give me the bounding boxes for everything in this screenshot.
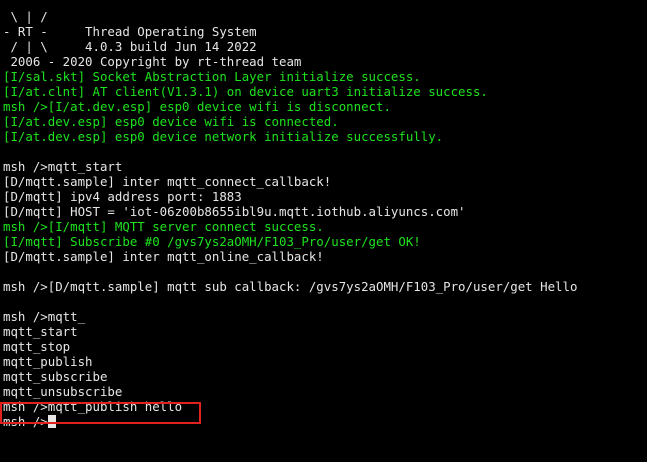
terminal-line: 2006 - 2020 Copyright by rt-thread team: [3, 54, 302, 69]
terminal-line: [I/at.clnt] AT client(V1.3.1) on device …: [3, 84, 488, 99]
terminal-line: msh />mqtt_: [3, 309, 86, 324]
terminal-line: msh />[I/at.dev.esp] esp0 device wifi is…: [3, 99, 391, 114]
terminal-prompt-line[interactable]: msh />: [3, 414, 647, 429]
terminal-line: msh />mqtt_publish hello: [3, 399, 183, 414]
terminal-line: mqtt_start: [3, 324, 78, 339]
terminal-line: [I/mqtt] Subscribe #0 /gvs7ys2aOMH/F103_…: [3, 234, 421, 249]
terminal-line: - RT - Thread Operating System: [3, 24, 257, 39]
text-cursor: [47, 415, 56, 428]
terminal-line: \ | /: [3, 9, 48, 24]
terminal-line: / | \ 4.0.3 build Jun 14 2022: [3, 39, 257, 54]
terminal-line: msh />[I/mqtt] MQTT server connect succe…: [3, 219, 324, 234]
terminal-line: [I/at.dev.esp] esp0 device wifi is conne…: [3, 114, 339, 129]
terminal-line: [D/mqtt.sample] inter mqtt_connect_callb…: [3, 174, 332, 189]
terminal-line: [D/mqtt] HOST = 'iot-06z00b8655ibl9u.mqt…: [3, 204, 466, 219]
terminal-line: mqtt_subscribe: [3, 369, 108, 384]
terminal-line: mqtt_unsubscribe: [3, 384, 123, 399]
terminal-output[interactable]: \ | / - RT - Thread Operating System / | …: [3, 9, 647, 429]
terminal-line: msh />[D/mqtt.sample] mqtt sub callback:…: [3, 279, 578, 294]
terminal-line: [I/sal.skt] Socket Abstraction Layer ini…: [3, 69, 421, 84]
terminal-line: mqtt_stop: [3, 339, 71, 354]
terminal-prompt: msh />: [3, 414, 48, 429]
terminal-line: [D/mqtt.sample] inter mqtt_online_callba…: [3, 249, 324, 264]
terminal-line: [I/at.dev.esp] esp0 device network initi…: [3, 129, 444, 144]
terminal-line: msh />mqtt_start: [3, 159, 123, 174]
terminal-line: [D/mqtt] ipv4 address port: 1883: [3, 189, 242, 204]
terminal-line: mqtt_publish: [3, 354, 93, 369]
